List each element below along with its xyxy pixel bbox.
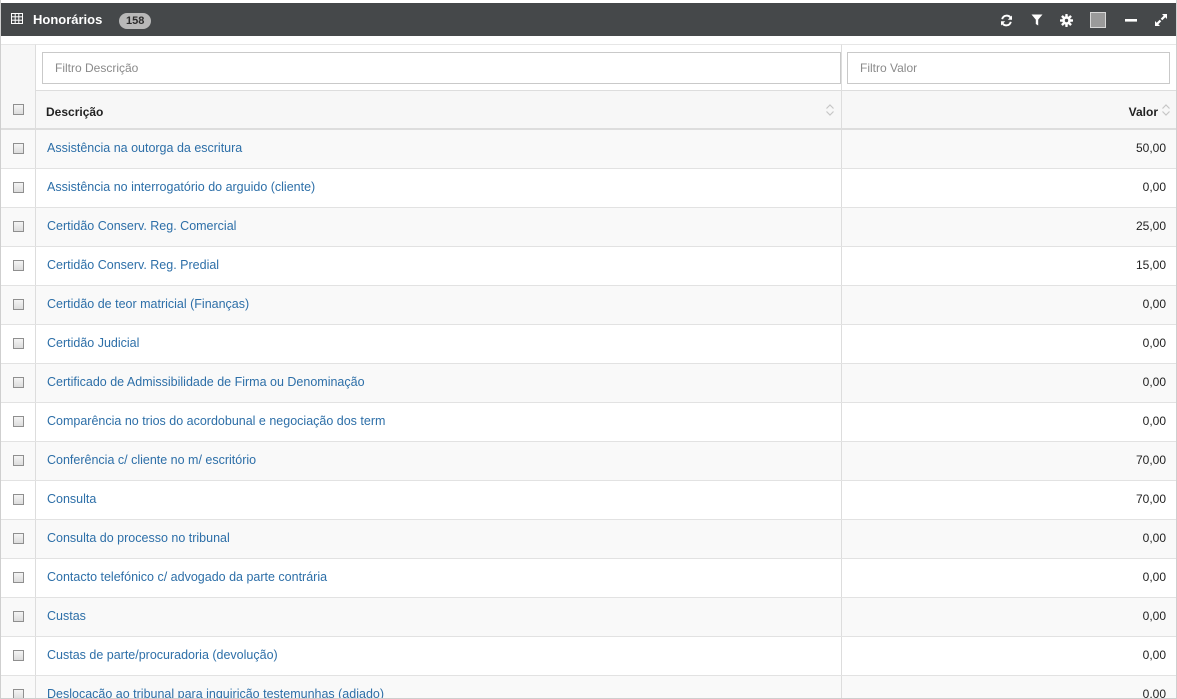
table-icon: [11, 13, 23, 24]
header-select-cell: [1, 91, 36, 128]
table-header: Descrição Valor: [1, 91, 1176, 130]
row-descricao-link[interactable]: Contacto telefónico c/ advogado da parte…: [47, 570, 327, 584]
row-valor: 0,00: [1142, 375, 1166, 389]
row-valor: 0,00: [1142, 531, 1166, 545]
filter-descricao-input[interactable]: [42, 52, 841, 84]
row-descricao-link[interactable]: Certidão de teor matricial (Finanças): [47, 297, 249, 311]
row-descricao-link[interactable]: Conferência c/ cliente no m/ escritório: [47, 453, 256, 467]
row-valor: 25,00: [1135, 219, 1166, 233]
table-row: Conferência c/ cliente no m/ escritório …: [1, 442, 1176, 481]
refresh-icon: [1000, 14, 1012, 26]
refresh-button[interactable]: [996, 10, 1016, 30]
minimize-icon: [1125, 19, 1137, 22]
table-row: Contacto telefónico c/ advogado da parte…: [1, 559, 1176, 598]
row-checkbox[interactable]: [13, 143, 24, 154]
row-valor: 70,00: [1135, 492, 1166, 506]
row-checkbox[interactable]: [13, 533, 24, 544]
sort-icon: [1162, 104, 1170, 116]
panel-title: Honorários: [33, 12, 103, 27]
honorarios-panel: Honorários 158 Filtro Descrição Filtro V…: [0, 0, 1177, 699]
table-row: Certidão Conserv. Reg. Comercial 25,00: [1, 208, 1176, 247]
row-checkbox[interactable]: [13, 572, 24, 583]
row-descricao-link[interactable]: Consulta: [47, 492, 96, 506]
table-row: Deslocação ao tribunal para inquirição t…: [1, 676, 1176, 699]
row-checkbox[interactable]: [13, 455, 24, 466]
row-valor: 0,00: [1142, 414, 1166, 428]
table-row: Consulta 70,00: [1, 481, 1176, 520]
row-checkbox[interactable]: [13, 494, 24, 505]
expand-button[interactable]: [1151, 10, 1171, 30]
row-valor: 0,00: [1142, 687, 1166, 699]
row-checkbox[interactable]: [13, 377, 24, 388]
filter-button[interactable]: [1027, 10, 1047, 30]
table-row: Certificado de Admissibilidade de Firma …: [1, 364, 1176, 403]
row-descricao-link[interactable]: Assistência no interrogatório do arguido…: [47, 180, 315, 194]
row-descricao-link[interactable]: Assistência na outorga da escritura: [47, 141, 242, 155]
row-valor: 50,00: [1135, 141, 1166, 155]
row-descricao-link[interactable]: Certidão Judicial: [47, 336, 139, 350]
color-picker-button[interactable]: [1090, 12, 1106, 28]
select-all-checkbox[interactable]: [13, 104, 24, 115]
column-header-descricao[interactable]: Descrição: [36, 91, 842, 128]
table-row: Certidão de teor matricial (Finanças) 0,…: [1, 286, 1176, 325]
row-valor: 0,00: [1142, 648, 1166, 662]
table-row: Certidão Judicial 0,00: [1, 325, 1176, 364]
table-row: Custas 0,00: [1, 598, 1176, 637]
table-row: Custas de parte/procuradoria (devolução)…: [1, 637, 1176, 676]
column-header-valor[interactable]: Valor: [842, 91, 1176, 128]
row-checkbox[interactable]: [13, 650, 24, 661]
row-valor: 0,00: [1142, 336, 1166, 350]
expand-icon: [1155, 14, 1167, 26]
filter-row: [1, 36, 1176, 91]
table-row: Assistência na outorga da escritura 50,0…: [1, 130, 1176, 169]
table-row: Certidão Conserv. Reg. Predial 15,00: [1, 247, 1176, 286]
filter-cell-valor: [842, 44, 1176, 91]
filter-cell-descricao: [36, 44, 842, 91]
column-label-valor: Valor: [1128, 105, 1158, 119]
row-descricao-link[interactable]: Consulta do processo no tribunal: [47, 531, 230, 545]
minimize-button[interactable]: [1121, 10, 1141, 30]
row-descricao-link[interactable]: Certificado de Admissibilidade de Firma …: [47, 375, 365, 389]
row-descricao-link[interactable]: Certidão Conserv. Reg. Comercial: [47, 219, 236, 233]
table-row: Assistência no interrogatório do arguido…: [1, 169, 1176, 208]
row-valor: 70,00: [1135, 453, 1166, 467]
filter-icon: [1031, 14, 1043, 26]
sort-icon: [826, 104, 834, 116]
record-count-badge: 158: [119, 13, 152, 29]
row-valor: 0,00: [1142, 297, 1166, 311]
row-checkbox[interactable]: [13, 416, 24, 427]
filter-row-corner: [1, 44, 36, 91]
row-valor: 15,00: [1135, 258, 1166, 272]
row-checkbox[interactable]: [13, 338, 24, 349]
row-checkbox[interactable]: [13, 221, 24, 232]
panel-titlebar: Honorários 158: [1, 3, 1176, 36]
row-descricao-link[interactable]: Custas: [47, 609, 86, 623]
row-descricao-link[interactable]: Certidão Conserv. Reg. Predial: [47, 258, 219, 272]
settings-button[interactable]: [1056, 10, 1076, 30]
gear-icon: [1059, 13, 1073, 27]
column-label-descricao: Descrição: [46, 105, 104, 119]
row-checkbox[interactable]: [13, 611, 24, 622]
row-descricao-link[interactable]: Comparência no trios do acordobunal e ne…: [47, 414, 385, 428]
row-checkbox[interactable]: [13, 260, 24, 271]
filter-valor-input[interactable]: [847, 52, 1170, 84]
table-row: Comparência no trios do acordobunal e ne…: [1, 403, 1176, 442]
row-descricao-link[interactable]: Custas de parte/procuradoria (devolução): [47, 648, 278, 662]
row-descricao-link[interactable]: Deslocação ao tribunal para inquirição t…: [47, 687, 384, 698]
row-valor: 0,00: [1142, 180, 1166, 194]
row-valor: 0,00: [1142, 570, 1166, 584]
table-row: Consulta do processo no tribunal 0,00: [1, 520, 1176, 559]
row-checkbox[interactable]: [13, 182, 24, 193]
row-checkbox[interactable]: [13, 299, 24, 310]
row-valor: 0,00: [1142, 609, 1166, 623]
row-checkbox[interactable]: [13, 689, 24, 698]
